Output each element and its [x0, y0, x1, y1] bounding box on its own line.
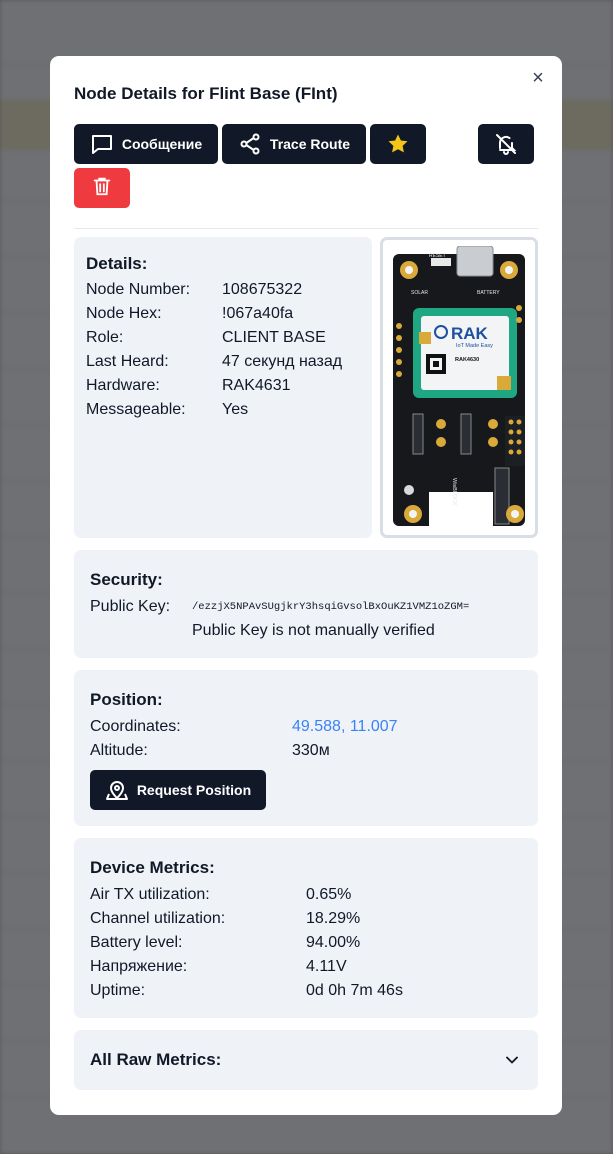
solar-label: SOLAR [411, 290, 428, 296]
reset-label: RESET [429, 253, 446, 259]
message-button[interactable]: Сообщение [74, 124, 218, 164]
metric-value: 0.65% [306, 886, 352, 903]
altitude-value: 330м [292, 742, 330, 759]
metric-label: Напряжение: [90, 958, 188, 975]
star-icon [386, 132, 410, 156]
metric-value: 94.00% [306, 934, 361, 951]
details-card: Details: Node Number: 108675322 Node Hex… [74, 237, 372, 538]
raw-metrics-heading: All Raw Metrics: [90, 1050, 222, 1069]
bell-off-icon [494, 132, 518, 156]
coordinates-link[interactable]: 49.588, 11.007 [292, 718, 398, 736]
detail-value: Yes [222, 401, 249, 418]
detail-label: Messageable: [86, 401, 186, 418]
security-heading: Security: [90, 570, 163, 589]
position-card: Position: Coordinates: 49.588, 11.007 Al… [74, 670, 538, 826]
rak-tagline: IoT Made Easy [456, 343, 493, 349]
metric-label: Battery level: [90, 934, 183, 951]
device-metrics-heading: Device Metrics: [90, 858, 215, 877]
rak-model: RAK4630 [455, 357, 479, 363]
device-metrics-card: Device Metrics: Air TX utilization: 0.65… [74, 838, 538, 1018]
raw-metrics-accordion[interactable]: All Raw Metrics: [74, 1030, 538, 1090]
detail-label: Node Number: [86, 281, 191, 298]
metric-value: 0d 0h 7m 46s [306, 982, 403, 999]
favorite-button[interactable] [370, 124, 426, 164]
detail-value: CLIENT BASE [222, 329, 326, 346]
detail-value: 108675322 [222, 281, 303, 298]
public-key-value: /ezzjX5NPAvSUgjkrY3hsqiGvsolBxOuKZ1VMZ1o… [192, 601, 470, 613]
node-details-modal: × Node Details for Flint Base (FInt) Соо… [50, 56, 562, 1115]
public-key-verification-note: Public Key is not manually verified [192, 622, 435, 639]
metric-label: Channel utilization: [90, 910, 226, 927]
altitude-label: Altitude: [90, 742, 148, 759]
trace-route-button[interactable]: Trace Route [222, 124, 366, 164]
coordinates-label: Coordinates: [90, 718, 181, 735]
detail-value: RAK4631 [222, 377, 291, 394]
toolbar-divider [74, 228, 538, 229]
details-heading: Details: [86, 254, 148, 273]
close-icon[interactable]: × [528, 68, 548, 88]
detail-value: !067a40fa [222, 305, 294, 322]
modal-title: Node Details for Flint Base (FInt) [74, 84, 338, 103]
wisblock-label: WisBLOCK [451, 478, 457, 506]
message-icon [90, 132, 114, 156]
mute-button[interactable] [478, 124, 534, 164]
security-card: Security: Public Key: /ezzjX5NPAvSUgjkrY… [74, 550, 538, 658]
chevron-down-icon[interactable] [502, 1050, 522, 1070]
metric-value: 4.11V [306, 958, 347, 975]
route-icon [238, 132, 262, 156]
rak-board-illustration: RESET SOLAR BATTERY RAK IoT Made Easy RA… [393, 245, 525, 526]
delete-button[interactable] [74, 168, 130, 208]
hardware-image: RESET SOLAR BATTERY RAK IoT Made Easy RA… [380, 237, 538, 538]
request-position-label: Request Position [136, 782, 252, 798]
request-position-button[interactable]: Request Position [90, 770, 266, 810]
detail-value: 47 секунд назад [222, 353, 343, 370]
rak-brand: RAK [451, 324, 489, 343]
metric-value: 18.29% [306, 910, 361, 927]
position-heading: Position: [90, 690, 163, 709]
metric-label: Air TX utilization: [90, 886, 210, 903]
detail-label: Last Heard: [86, 353, 169, 370]
message-button-label: Сообщение [121, 136, 203, 152]
map-pin-icon [105, 777, 129, 804]
detail-label: Node Hex: [86, 305, 162, 322]
trace-route-button-label: Trace Route [269, 136, 351, 152]
public-key-label: Public Key: [90, 598, 171, 615]
metric-label: Uptime: [90, 982, 146, 999]
detail-label: Role: [86, 329, 124, 346]
battery-label: BATTERY [477, 290, 500, 296]
detail-label: Hardware: [86, 377, 160, 394]
trash-icon [91, 175, 113, 202]
